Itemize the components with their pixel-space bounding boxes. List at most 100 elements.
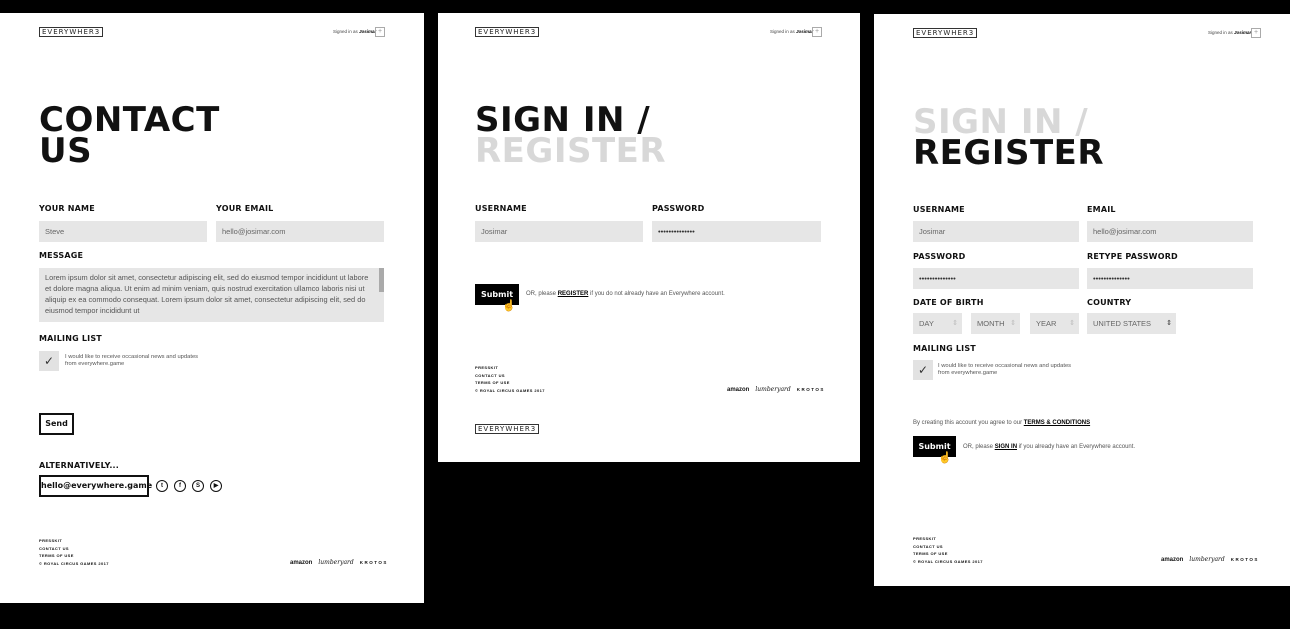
plus-icon[interactable]: + [375, 27, 385, 37]
krotos-logo: KROTOS [1230, 557, 1259, 562]
signed-in-label: Signed in as [770, 29, 795, 34]
page-title: SIGN IN / REGISTER [475, 103, 666, 168]
mailing-list-checkbox[interactable]: ✓ [913, 360, 933, 380]
username-label: USERNAME [475, 204, 527, 213]
mailing-list-text: I would like to receive occasional news … [938, 363, 1072, 376]
footer-presskit[interactable]: PRESSKIT [39, 537, 109, 545]
krotos-logo: KROTOS [796, 387, 825, 392]
logo[interactable]: EVERYWHER3 [475, 27, 540, 37]
footer-contact-us[interactable]: CONTACT US [913, 543, 983, 551]
lumberyard-logo: lumberyard [318, 559, 354, 566]
terms-notice: By creating this account you agree to ou… [913, 420, 1090, 426]
hand-cursor-icon: ☝ [502, 300, 516, 312]
message-text: Lorem ipsum dolor sit amet, consectetur … [45, 273, 369, 315]
footer-presskit[interactable]: PRESSKIT [475, 364, 545, 372]
email-link-button[interactable]: hello@everywhere.game [39, 475, 152, 497]
mailing-list-checkbox[interactable]: ✓ [39, 351, 59, 371]
year-select[interactable]: YEAR ⇕ [1030, 313, 1079, 334]
alternatively-label: ALTERNATIVELY... [39, 461, 120, 470]
user-name[interactable]: Josimar [796, 29, 813, 34]
register-link[interactable]: REGISTER [558, 291, 589, 297]
or-suffix: if you already have an Everywhere accoun… [1018, 444, 1136, 450]
username-label: USERNAME [913, 205, 965, 214]
footer-links: PRESSKIT CONTACT US TERMS OF USE © ROYAL… [913, 535, 983, 565]
logo[interactable]: EVERYWHER3 [39, 27, 104, 37]
signin-panel: EVERYWHER3 Signed in as Josimar + SIGN I… [438, 13, 860, 462]
email-input[interactable]: hello@josimar.com [1087, 221, 1253, 242]
updown-icon: ⇕ [952, 320, 958, 327]
plus-icon[interactable]: + [1251, 28, 1261, 38]
user-name[interactable]: Josimar [359, 29, 376, 34]
amazon-logo: amazon [290, 560, 313, 566]
password-label: PASSWORD [913, 252, 966, 261]
title-line-2[interactable]: REGISTER [475, 134, 666, 168]
mailing-list-label: MAILING LIST [913, 344, 976, 353]
dob-label: DATE OF BIRTH [913, 298, 984, 307]
month-value: MONTH [977, 319, 1005, 328]
footer-terms[interactable]: TERMS OF USE [913, 550, 983, 558]
year-value: YEAR [1036, 319, 1057, 328]
signin-prompt: OR, please SIGN IN if you already have a… [963, 444, 1135, 450]
footer-contact-us[interactable]: CONTACT US [39, 545, 109, 553]
signed-in-label: Signed in as [1208, 30, 1233, 35]
password-input[interactable]: •••••••••••••• [652, 221, 821, 242]
email-label: EMAIL [1087, 205, 1116, 214]
country-value: UNITED STATES [1093, 319, 1152, 328]
username-input[interactable]: Josimar [475, 221, 643, 242]
scrollbar[interactable] [379, 268, 384, 292]
name-input[interactable]: Steve [39, 221, 207, 242]
skype-icon[interactable]: S [192, 480, 204, 492]
title-line-2: US [39, 131, 93, 171]
day-select[interactable]: DAY ⇕ [913, 313, 962, 334]
month-select[interactable]: MONTH ⇕ [971, 313, 1020, 334]
lumberyard-logo: lumberyard [755, 386, 791, 393]
name-label: YOUR NAME [39, 204, 95, 213]
register-panel: EVERYWHER3 Signed in as Josimar + SIGN I… [874, 14, 1290, 586]
partner-logos: amazon lumberyard KROTOS [1161, 556, 1259, 563]
footer-links: PRESSKIT CONTACT US TERMS OF USE © ROYAL… [39, 537, 109, 567]
facebook-icon[interactable]: f [174, 480, 186, 492]
or-suffix: if you do not already have an Everywhere… [590, 291, 725, 297]
signin-link[interactable]: SIGN IN [995, 444, 1017, 450]
message-label: MESSAGE [39, 251, 84, 260]
footer-links: PRESSKIT CONTACT US TERMS OF USE © ROYAL… [475, 364, 545, 394]
footer-contact-us[interactable]: CONTACT US [475, 372, 545, 380]
terms-link[interactable]: TERMS & CONDITIONS [1024, 420, 1090, 426]
username-input[interactable]: Josimar [913, 221, 1079, 242]
amazon-logo: amazon [1161, 557, 1184, 563]
signed-in-status: Signed in as Josimar [333, 29, 376, 34]
terms-prefix: By creating this account you agree to ou… [913, 420, 1023, 426]
email-label: YOUR EMAIL [216, 204, 274, 213]
updown-icon: ⇕ [1166, 320, 1172, 327]
retype-password-input[interactable]: •••••••••••••• [1087, 268, 1253, 289]
lumberyard-logo: lumberyard [1189, 556, 1225, 563]
footer-logo[interactable]: EVERYWHER3 [475, 424, 540, 434]
register-prompt: OR, please REGISTER if you do not alread… [526, 291, 725, 297]
user-name[interactable]: Josimar [1234, 30, 1251, 35]
message-textarea[interactable]: Lorem ipsum dolor sit amet, consectetur … [39, 268, 384, 322]
day-value: DAY [919, 319, 934, 328]
footer-copyright: © ROYAL CIRCUS GAMES 2017 [913, 558, 983, 564]
footer-presskit[interactable]: PRESSKIT [913, 535, 983, 543]
amazon-logo: amazon [727, 387, 750, 393]
country-select[interactable]: UNITED STATES ⇕ [1087, 313, 1176, 334]
partner-logos: amazon lumberyard KROTOS [727, 386, 825, 393]
contact-panel: EVERYWHER3 Signed in as Josimar + CONTAC… [0, 13, 424, 603]
plus-icon[interactable]: + [812, 27, 822, 37]
logo[interactable]: EVERYWHER3 [913, 28, 978, 38]
twitter-icon[interactable]: t [156, 480, 168, 492]
check-icon: ✓ [917, 363, 929, 377]
mailing-list-text: I would like to receive occasional news … [65, 354, 199, 367]
check-icon: ✓ [43, 354, 55, 368]
partner-logos: amazon lumberyard KROTOS [290, 559, 388, 566]
footer-terms[interactable]: TERMS OF USE [475, 379, 545, 387]
email-input[interactable]: hello@josimar.com [216, 221, 384, 242]
youtube-icon[interactable]: ▶ [210, 480, 222, 492]
page-title: CONTACT US [39, 103, 220, 171]
send-button[interactable]: Send [39, 413, 74, 435]
mailing-list-label: MAILING LIST [39, 334, 102, 343]
footer-terms[interactable]: TERMS OF USE [39, 552, 109, 560]
footer-copyright: © ROYAL CIRCUS GAMES 2017 [39, 560, 109, 566]
password-input[interactable]: •••••••••••••• [913, 268, 1079, 289]
krotos-logo: KROTOS [359, 560, 388, 565]
